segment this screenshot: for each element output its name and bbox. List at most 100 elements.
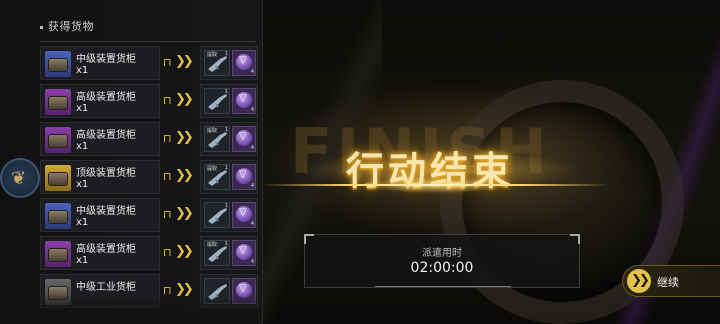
unlock-icon: ⊓	[163, 56, 172, 69]
list-item: 高级装置货柜 x1 ⊓ ❯❯ 提取 1 4	[40, 236, 258, 270]
double-chevron-right-icon: ❯❯	[627, 269, 651, 293]
chest-icon	[45, 127, 71, 153]
cargo-name: 高级装置货柜	[76, 130, 136, 141]
chip-reward[interactable]: 4	[232, 88, 256, 114]
light-streak	[260, 184, 610, 186]
reward-slots: 提取 1 4	[200, 122, 258, 156]
reward-slots: 1 4	[200, 198, 258, 232]
source-cargo[interactable]: 中级装置货柜 x1	[40, 198, 160, 232]
reward-slots: 提取 1 4	[200, 160, 258, 194]
cargo-name: 中级工业货柜	[76, 282, 136, 293]
eagle-icon: ❦	[11, 168, 27, 189]
weapon-reward[interactable]: 提取 1	[204, 240, 230, 266]
chip-reward[interactable]: 4	[232, 202, 256, 228]
chip-count: 4	[250, 259, 254, 265]
cargo-qty: x1	[76, 179, 89, 190]
cargo-panel: 获得货物 中级装置货柜 x1 ⊓ ❯❯ 提取 1 4	[0, 0, 263, 324]
weapon-reward[interactable]: 1	[204, 88, 230, 114]
chest-icon	[45, 203, 71, 229]
chip-icon	[236, 54, 252, 70]
cargo-qty: x1	[76, 141, 89, 152]
conversion-arrow: ⊓ ❯❯	[163, 92, 197, 108]
chip-reward[interactable]: 4	[232, 126, 256, 152]
cargo-qty: x1	[76, 255, 89, 266]
chest-icon	[45, 165, 71, 191]
panel-title: 获得货物	[40, 18, 94, 34]
dispatch-time-box: 派遣用时 02:00:00	[304, 234, 580, 288]
rifle-icon	[208, 170, 227, 186]
list-fade	[40, 294, 258, 324]
double-chevron-right-icon: ❯❯	[175, 54, 194, 69]
double-chevron-right-icon: ❯❯	[175, 206, 194, 221]
conversion-arrow: ⊓ ❯❯	[163, 54, 197, 70]
unlock-icon: ⊓	[163, 208, 172, 221]
cargo-list[interactable]: 中级装置货柜 x1 ⊓ ❯❯ 提取 1 4 高级装置货柜 x1	[40, 46, 258, 324]
reward-slots: 提取 1 4	[200, 46, 258, 80]
source-cargo[interactable]: 顶级装置货柜 x1	[40, 160, 160, 194]
double-chevron-right-icon: ❯❯	[175, 92, 194, 107]
time-underline	[375, 286, 511, 287]
chip-reward[interactable]: 4	[232, 240, 256, 266]
unlock-icon: ⊓	[163, 132, 172, 145]
cargo-name: 中级装置货柜	[76, 206, 136, 217]
continue-label: 继续	[657, 276, 679, 289]
reward-slots: 1 4	[200, 84, 258, 118]
cargo-name: 高级装置货柜	[76, 92, 136, 103]
chip-icon	[236, 92, 252, 108]
time-label: 派遣用时	[422, 248, 462, 259]
weapon-reward[interactable]: 提取 1	[204, 50, 230, 76]
source-cargo[interactable]: 中级装置货柜 x1	[40, 46, 160, 80]
cargo-name: 高级装置货柜	[76, 244, 136, 255]
reward-slots: 提取 1 4	[200, 236, 258, 270]
continue-button[interactable]: ❯❯ 继续	[622, 265, 720, 297]
chip-reward[interactable]: 4	[232, 164, 256, 190]
chip-icon	[236, 130, 252, 146]
list-item: 高级装置货柜 x1 ⊓ ❯❯ 提取 1 4	[40, 122, 258, 156]
rifle-icon	[208, 56, 227, 72]
chest-icon	[45, 241, 71, 267]
chip-icon	[236, 206, 252, 222]
weapon-reward[interactable]: 1	[204, 202, 230, 228]
chip-count: 4	[250, 107, 254, 113]
source-cargo[interactable]: 高级装置货柜 x1	[40, 84, 160, 118]
cargo-qty: x1	[76, 65, 89, 76]
chip-icon	[236, 244, 252, 260]
weapon-reward[interactable]: 提取 1	[204, 164, 230, 190]
chip-icon	[236, 168, 252, 184]
rifle-icon	[208, 246, 227, 262]
double-chevron-right-icon: ❯❯	[175, 130, 194, 145]
cargo-qty: x1	[76, 103, 89, 114]
conversion-arrow: ⊓ ❯❯	[163, 206, 197, 222]
conversion-arrow: ⊓ ❯❯	[163, 244, 197, 260]
chip-reward[interactable]: 4	[232, 50, 256, 76]
double-chevron-right-icon: ❯❯	[175, 168, 194, 183]
rifle-icon	[208, 208, 227, 224]
avatar[interactable]: ❦	[0, 158, 40, 198]
chip-count: 4	[250, 221, 254, 227]
list-item: 中级装置货柜 x1 ⊓ ❯❯ 提取 1 4	[40, 46, 258, 80]
source-cargo[interactable]: 高级装置货柜 x1	[40, 122, 160, 156]
rifle-icon	[208, 132, 227, 148]
cargo-name: 顶级装置货柜	[76, 168, 136, 179]
time-value: 02:00:00	[410, 260, 474, 276]
chest-icon	[45, 51, 71, 77]
list-item: 高级装置货柜 x1 ⊓ ❯❯ 1 4	[40, 84, 258, 118]
list-item: 顶级装置货柜 x1 ⊓ ❯❯ 提取 1 4	[40, 160, 258, 194]
double-chevron-right-icon: ❯❯	[175, 244, 194, 259]
divider	[40, 41, 256, 42]
chip-count: 4	[250, 145, 254, 151]
rifle-icon	[208, 94, 227, 110]
chest-icon	[45, 89, 71, 115]
conversion-arrow: ⊓ ❯❯	[163, 168, 197, 184]
unlock-icon: ⊓	[163, 94, 172, 107]
weapon-reward[interactable]: 提取 1	[204, 126, 230, 152]
list-item: 中级装置货柜 x1 ⊓ ❯❯ 1 4	[40, 198, 258, 232]
conversion-arrow: ⊓ ❯❯	[163, 130, 197, 146]
unlock-icon: ⊓	[163, 170, 172, 183]
chip-count: 4	[250, 183, 254, 189]
cargo-name: 中级装置货柜	[76, 54, 136, 65]
source-cargo[interactable]: 高级装置货柜 x1	[40, 236, 160, 270]
unlock-icon: ⊓	[163, 246, 172, 259]
chip-count: 4	[250, 69, 254, 75]
cargo-qty: x1	[76, 217, 89, 228]
